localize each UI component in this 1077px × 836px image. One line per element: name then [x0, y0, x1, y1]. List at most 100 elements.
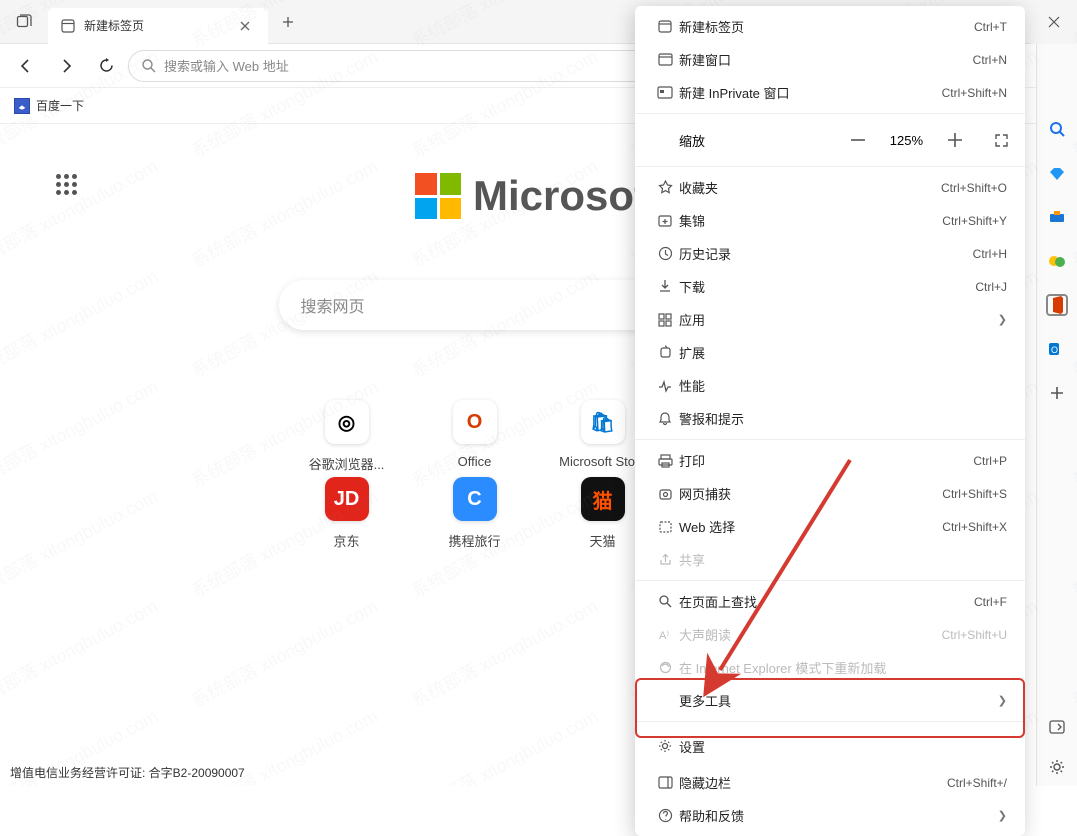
zoom-label: 缩放 — [651, 131, 771, 150]
extensions-icon — [651, 345, 679, 360]
tab-actions-button[interactable] — [0, 0, 48, 44]
menu-item-new-tab[interactable]: 新建标签页Ctrl+T — [635, 10, 1025, 43]
capture-icon — [651, 487, 679, 501]
tile-label: 天猫 — [589, 531, 615, 550]
menu-item-inprivate[interactable]: 新建 InPrivate 窗口Ctrl+Shift+N — [635, 76, 1025, 109]
address-placeholder: 搜索或输入 Web 地址 — [164, 56, 289, 75]
quick-link-tile[interactable]: O Office — [411, 400, 539, 473]
settings-menu: 新建标签页Ctrl+T 新建窗口Ctrl+N 新建 InPrivate 窗口Ct… — [635, 6, 1025, 836]
search-placeholder: 搜索网页 — [301, 293, 365, 317]
tile-icon: 猫 — [581, 477, 625, 521]
menu-item-share: 共享 — [635, 543, 1025, 576]
menu-item-web-select[interactable]: Web 选择Ctrl+Shift+X — [635, 510, 1025, 543]
menu-item-favorites[interactable]: 收藏夹Ctrl+Shift+O — [635, 171, 1025, 204]
fullscreen-button[interactable] — [987, 126, 1015, 154]
collections-icon — [651, 213, 679, 228]
sidebar-collapse-icon[interactable] — [1046, 716, 1068, 738]
history-icon — [651, 246, 679, 261]
sidebar-games-icon[interactable] — [1046, 250, 1068, 272]
performance-icon — [651, 379, 679, 393]
web-select-icon — [651, 520, 679, 534]
menu-zoom-row: 缩放 125% — [635, 118, 1025, 162]
tile-label: Microsoft Sto... — [559, 454, 646, 469]
menu-item-ie-mode: 在 Internet Explorer 模式下重新加载 — [635, 651, 1025, 684]
sidebar-office-icon[interactable] — [1046, 294, 1068, 316]
favorite-baidu[interactable]: 百度一下 — [36, 97, 84, 114]
print-icon — [651, 454, 679, 468]
sidebar-add-button[interactable] — [1046, 382, 1068, 404]
star-icon — [651, 180, 679, 195]
apps-grid-button[interactable] — [56, 174, 80, 198]
new-tab-button[interactable] — [272, 6, 304, 38]
menu-item-find[interactable]: 在页面上查找Ctrl+F — [635, 585, 1025, 618]
tile-label: 携程旅行 — [448, 531, 500, 550]
chevron-right-icon: ❯ — [998, 313, 1007, 326]
menu-item-settings[interactable]: 设置 — [635, 726, 1025, 766]
sidebar-shopping-icon[interactable] — [1046, 162, 1068, 184]
quick-link-tile[interactable]: ◎ 谷歌浏览器... — [283, 400, 411, 473]
download-icon — [651, 279, 679, 294]
tile-label: 京东 — [333, 531, 359, 550]
tile-icon: C — [453, 477, 497, 521]
menu-item-print[interactable]: 打印Ctrl+P — [635, 444, 1025, 477]
forward-button[interactable] — [48, 48, 84, 84]
menu-item-collections[interactable]: 集锦Ctrl+Shift+Y — [635, 204, 1025, 237]
chevron-right-icon: ❯ — [998, 694, 1007, 707]
tile-icon: JD — [325, 477, 369, 521]
microsoft-logo-icon — [415, 173, 461, 219]
zoom-value: 125% — [890, 133, 923, 148]
tile-label: 谷歌浏览器... — [309, 454, 385, 473]
menu-item-help[interactable]: 帮助和反馈❯ — [635, 799, 1025, 832]
back-button[interactable] — [8, 48, 44, 84]
tile-label: Office — [458, 454, 492, 469]
quick-link-tile[interactable]: C 携程旅行 — [411, 477, 539, 550]
tab-title: 新建标签页 — [84, 17, 232, 34]
bell-icon — [651, 411, 679, 426]
svg-text:O: O — [1051, 345, 1058, 355]
browser-tab[interactable]: 新建标签页 — [48, 8, 268, 44]
sidebar-outlook-icon[interactable]: O — [1046, 338, 1068, 360]
zoom-in-button[interactable] — [941, 126, 969, 154]
logo-text: Microsoft — [473, 172, 662, 220]
ie-icon — [651, 660, 679, 675]
quick-link-tile[interactable]: JD 京东 — [283, 477, 411, 550]
edge-sidebar: O — [1036, 44, 1077, 786]
read-aloud-icon: A⁾ — [651, 628, 679, 641]
new-tab-icon — [651, 19, 679, 34]
apps-icon — [651, 313, 679, 327]
menu-item-alerts[interactable]: 警报和提示 — [635, 402, 1025, 435]
menu-item-performance[interactable]: 性能 — [635, 369, 1025, 402]
tab-close-button[interactable] — [240, 21, 256, 31]
footer-text: 增值电信业务经营许可证: 合字B2-20090007 — [10, 764, 245, 781]
menu-item-read-aloud: A⁾大声朗读Ctrl+Shift+U — [635, 618, 1025, 651]
sidebar-search-icon[interactable] — [1046, 118, 1068, 140]
baidu-favicon — [14, 98, 30, 114]
window-icon — [651, 53, 679, 66]
tile-icon: 🛍 — [581, 400, 625, 444]
menu-item-more-tools[interactable]: 更多工具❯ — [635, 684, 1025, 717]
help-icon — [651, 808, 679, 823]
menu-item-downloads[interactable]: 下载Ctrl+J — [635, 270, 1025, 303]
menu-item-hide-sidebar[interactable]: 隐藏边栏Ctrl+Shift+/ — [635, 766, 1025, 799]
share-icon — [651, 553, 679, 567]
sidebar-tools-icon[interactable] — [1046, 206, 1068, 228]
menu-item-web-capture[interactable]: 网页捕获Ctrl+Shift+S — [635, 477, 1025, 510]
inprivate-icon — [651, 86, 679, 99]
sidebar-settings-icon[interactable] — [1046, 756, 1068, 778]
chevron-right-icon: ❯ — [998, 809, 1007, 822]
tab-page-icon — [60, 18, 76, 34]
window-close-button[interactable] — [1031, 0, 1077, 44]
zoom-out-button[interactable] — [844, 126, 872, 154]
menu-item-new-window[interactable]: 新建窗口Ctrl+N — [635, 43, 1025, 76]
sidebar-icon — [651, 776, 679, 789]
search-icon — [141, 58, 156, 73]
menu-item-apps[interactable]: 应用❯ — [635, 303, 1025, 336]
gear-icon — [651, 738, 679, 754]
tile-icon: ◎ — [325, 400, 369, 444]
find-icon — [651, 594, 679, 609]
svg-text:A⁾: A⁾ — [659, 630, 669, 641]
menu-item-history[interactable]: 历史记录Ctrl+H — [635, 237, 1025, 270]
menu-item-extensions[interactable]: 扩展 — [635, 336, 1025, 369]
refresh-button[interactable] — [88, 48, 124, 84]
tile-icon: O — [453, 400, 497, 444]
